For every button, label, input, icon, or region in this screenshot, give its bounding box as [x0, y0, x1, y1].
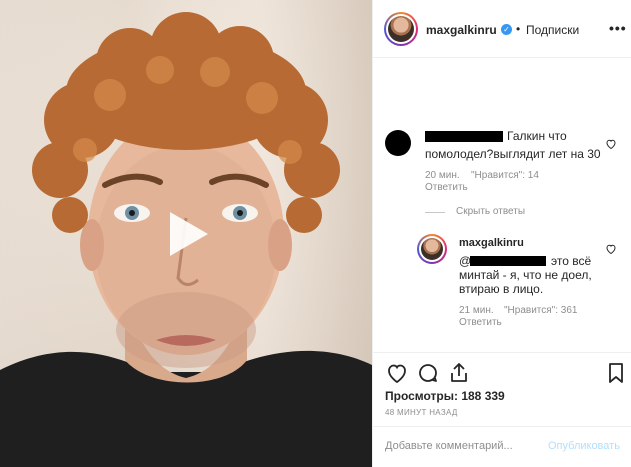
publish-button[interactable]: Опубликовать	[548, 440, 620, 452]
reply-text-line3: втираю в лицо.	[459, 282, 544, 296]
reply-reply-button[interactable]: Ответить	[459, 317, 502, 328]
post-header: maxgalkinru ✓ • Подписки •••	[373, 0, 631, 58]
reply-author-username[interactable]: maxgalkinru	[459, 237, 524, 249]
reply-time: 21 мин.	[459, 305, 494, 316]
comment-like-icon[interactable]	[605, 138, 617, 150]
comment-text-line1: Галкин что	[507, 129, 567, 143]
redacted-mention	[470, 256, 546, 266]
following-button[interactable]: Подписки	[526, 23, 579, 37]
commenter-avatar[interactable]	[385, 130, 411, 156]
post-timestamp: 48 МИНУТ НАЗАД	[385, 408, 458, 417]
post-panel: maxgalkinru ✓ • Подписки ••• Галкин что …	[372, 0, 631, 467]
comment-input[interactable]	[385, 440, 535, 452]
separator-dot: •	[516, 22, 521, 36]
comment-likes[interactable]: "Нравится": 14	[471, 170, 539, 181]
comment-text-line2: помолодел?выглядит лет на 30	[425, 147, 601, 161]
replies-divider	[425, 212, 445, 213]
redacted-username	[425, 131, 503, 142]
author-username[interactable]: maxgalkinru	[426, 23, 497, 37]
reply-button[interactable]: Ответить	[425, 182, 468, 193]
more-options-icon[interactable]: •••	[609, 20, 627, 36]
action-bar	[373, 352, 631, 392]
view-count[interactable]: Просмотры: 188 339	[385, 389, 505, 403]
reply-author-avatar[interactable]	[417, 234, 447, 264]
comment-composer: Опубликовать	[373, 426, 631, 467]
heart-icon[interactable]	[385, 361, 409, 385]
hide-replies-button[interactable]: Скрыть ответы	[456, 206, 525, 217]
share-icon[interactable]	[447, 361, 471, 385]
bookmark-icon[interactable]	[604, 361, 628, 385]
reply-likes[interactable]: "Нравится": 361	[504, 305, 577, 316]
author-avatar[interactable]	[384, 12, 418, 46]
reply-like-icon[interactable]	[605, 243, 617, 255]
verified-icon: ✓	[501, 24, 512, 35]
video-media[interactable]	[0, 0, 372, 467]
comment-time: 20 мин.	[425, 170, 460, 181]
comment-icon[interactable]	[416, 361, 440, 385]
play-icon[interactable]	[160, 208, 212, 260]
